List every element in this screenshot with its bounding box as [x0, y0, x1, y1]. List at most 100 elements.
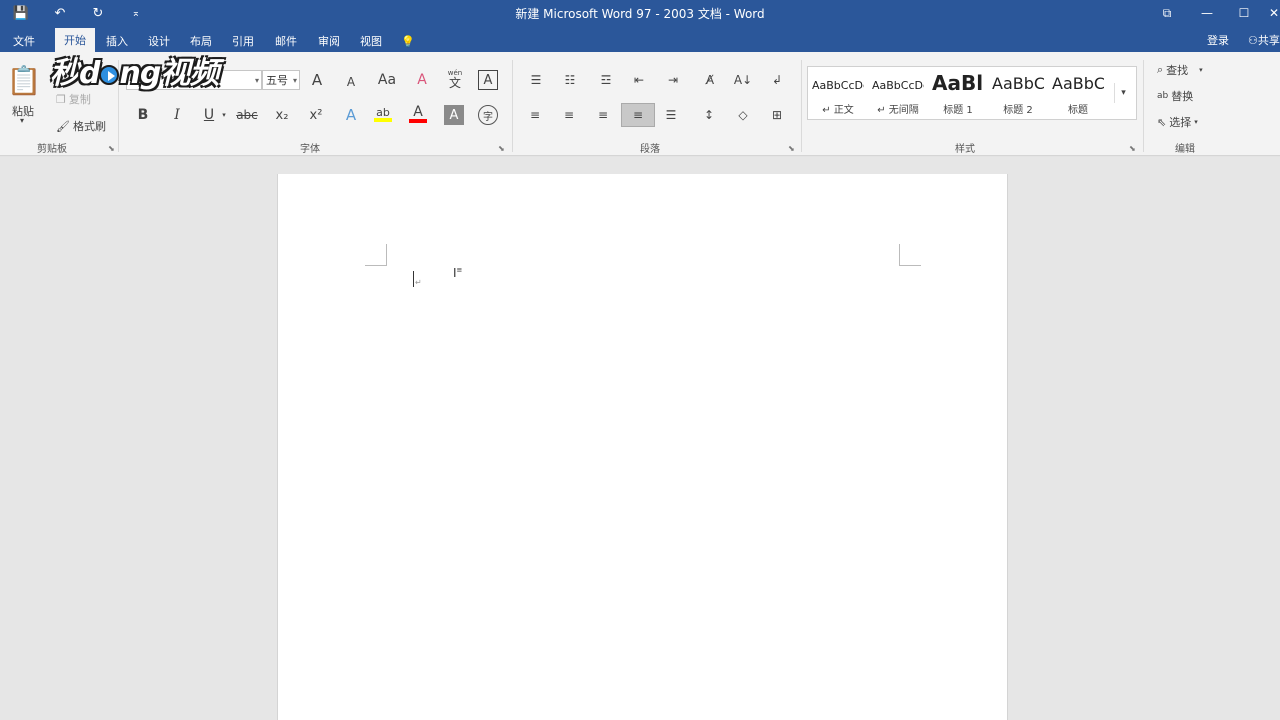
tab-file[interactable]: 文件 [4, 30, 44, 52]
borders-button[interactable]: ⊞ [764, 105, 790, 125]
style-name: 标题 1 [943, 105, 973, 116]
bullets-button[interactable]: ☰ [524, 70, 548, 90]
style-title[interactable]: AaBbC 标题 [1048, 67, 1108, 119]
phonetic-guide-button[interactable]: wén 文 [444, 66, 466, 92]
style-sample: AaBbC [992, 74, 1044, 93]
justify-button[interactable]: ≡ [621, 103, 655, 127]
style-no-spacing[interactable]: AaBbCcDc ↵ 无间隔 [868, 67, 928, 119]
style-heading-1[interactable]: AaBl 标题 1 [928, 67, 988, 119]
logo-text: 秒 [50, 56, 80, 91]
change-case-button[interactable]: Aa [374, 70, 400, 90]
style-sample: AaBbCcDc [872, 79, 924, 92]
bold-button[interactable]: B [133, 105, 153, 125]
asian-layout-button[interactable]: A̸ [698, 70, 722, 90]
separator [1143, 60, 1144, 152]
copy-label: 复制 [68, 93, 91, 106]
chevron-down-icon: ▾ [292, 75, 297, 85]
decrease-indent-button[interactable]: ⇤ [628, 70, 650, 90]
character-shading-button[interactable]: A [444, 105, 464, 125]
grow-font-button[interactable]: A [306, 70, 328, 90]
enclose-characters-button[interactable]: 字 [478, 105, 498, 125]
phonetic-bottom: 文 [448, 75, 461, 90]
paragraph-launcher-icon[interactable]: ⬊ [788, 144, 795, 153]
document-page[interactable]: ↵ I≡ [277, 174, 1008, 720]
editing-group-label: 编辑 [1175, 144, 1195, 155]
style-sample: AaBbC [1052, 74, 1104, 93]
tab-references[interactable]: 引用 [224, 30, 262, 52]
align-right-button[interactable]: ≡ [592, 105, 614, 125]
tab-mailings[interactable]: 邮件 [267, 30, 305, 52]
numbering-button[interactable]: ☷ [558, 70, 582, 90]
separator [801, 60, 802, 152]
logo-text: ng视频 [119, 56, 219, 91]
minimize-button[interactable]: — [1195, 3, 1219, 23]
center-button[interactable]: ≡ [558, 105, 580, 125]
paste-dropdown-icon[interactable]: ▾ [20, 116, 24, 125]
tab-review[interactable]: 审阅 [310, 30, 348, 52]
font-color-bar [409, 119, 427, 123]
find-label: 查找 [1166, 64, 1189, 77]
italic-button[interactable]: I [167, 105, 187, 125]
ibeam-cursor-icon: I≡ [453, 266, 463, 280]
replace-button[interactable]: ab 替换 [1157, 88, 1193, 104]
clipboard-group-label: 剪贴板 [37, 144, 67, 155]
paste-icon[interactable]: 📋 [7, 62, 42, 98]
font-color-button[interactable]: A [407, 103, 429, 125]
watermark-logo: 秒d ng视频 [50, 48, 219, 92]
show-marks-button[interactable]: ↲ [766, 70, 788, 90]
highlight-button[interactable]: ab [372, 103, 394, 125]
find-button[interactable]: ⌕ 查找 ▾ [1157, 62, 1203, 78]
underline-button[interactable]: U [199, 105, 219, 125]
styles-group-label: 样式 [955, 144, 975, 155]
clipboard-launcher-icon[interactable]: ⬊ [108, 144, 115, 153]
subscript-button[interactable]: x₂ [271, 105, 293, 125]
margin-corner-top-left [365, 244, 387, 266]
multilevel-list-button[interactable]: ☲ [594, 70, 618, 90]
shading-button[interactable]: ◇ [730, 105, 756, 125]
paragraph-mark: ↵ [415, 278, 422, 287]
logo-text: d [79, 56, 101, 91]
style-sample: AaBl [932, 71, 984, 95]
distributed-button[interactable]: ☰ [660, 105, 682, 125]
style-heading-2[interactable]: AaBbC 标题 2 [988, 67, 1048, 119]
styles-launcher-icon[interactable]: ⬊ [1129, 144, 1136, 153]
shrink-font-button[interactable]: A [340, 72, 362, 92]
underline-dropdown-icon[interactable]: ▾ [219, 109, 229, 121]
sort-button[interactable]: A↓ [732, 70, 754, 90]
brush-icon: 🖌 [56, 119, 70, 133]
styles-more-button[interactable]: ▾ [1114, 83, 1132, 103]
format-painter-button[interactable]: 🖌 格式刷 [56, 118, 106, 134]
select-button[interactable]: ⇖ 选择 ▾ [1157, 114, 1198, 130]
line-spacing-button[interactable]: ↕ [696, 105, 722, 125]
increase-indent-button[interactable]: ⇥ [662, 70, 684, 90]
chevron-down-icon: ▾ [254, 75, 259, 85]
search-icon: ⌕ [1157, 63, 1164, 76]
font-color-icon: A [413, 104, 423, 120]
login-link[interactable]: 登录 [1207, 32, 1229, 48]
tab-view[interactable]: 视图 [352, 30, 390, 52]
superscript-button[interactable]: x² [305, 105, 327, 125]
ribbon-display-options-icon[interactable]: ⧉ [1155, 3, 1179, 23]
share-button[interactable]: ⚇共享 [1248, 32, 1280, 48]
tell-me-icon[interactable]: 💡 [398, 30, 418, 52]
chevron-down-icon: ▾ [1199, 66, 1203, 74]
font-size-input[interactable]: 五号 ▾ [262, 70, 300, 90]
highlight-color-bar [374, 117, 392, 122]
character-border-button[interactable]: A [478, 70, 498, 90]
text-effects-button[interactable]: A [340, 105, 362, 125]
replace-label: 替换 [1171, 90, 1194, 103]
strikethrough-button[interactable]: abc [235, 105, 259, 125]
font-launcher-icon[interactable]: ⬊ [498, 144, 505, 153]
title-bar: 💾 ↶ ↻ ⌅ 新建 Microsoft Word 97 - 2003 文档 -… [0, 0, 1280, 26]
clear-format-button[interactable]: A [411, 70, 433, 90]
maximize-button[interactable]: ☐ [1232, 3, 1256, 23]
close-button[interactable]: ✕ [1262, 3, 1280, 23]
chevron-down-icon: ▾ [1194, 118, 1198, 126]
style-name: 标题 [1068, 105, 1088, 116]
align-left-button[interactable]: ≡ [524, 105, 546, 125]
style-sample: AaBbCcDc [812, 79, 864, 92]
copy-button[interactable]: ❐ 复制 [56, 91, 91, 107]
margin-corner-top-right [899, 244, 921, 266]
style-normal[interactable]: AaBbCcDc ↵ 正文 [808, 67, 868, 119]
paragraph-group-label: 段落 [640, 144, 660, 155]
